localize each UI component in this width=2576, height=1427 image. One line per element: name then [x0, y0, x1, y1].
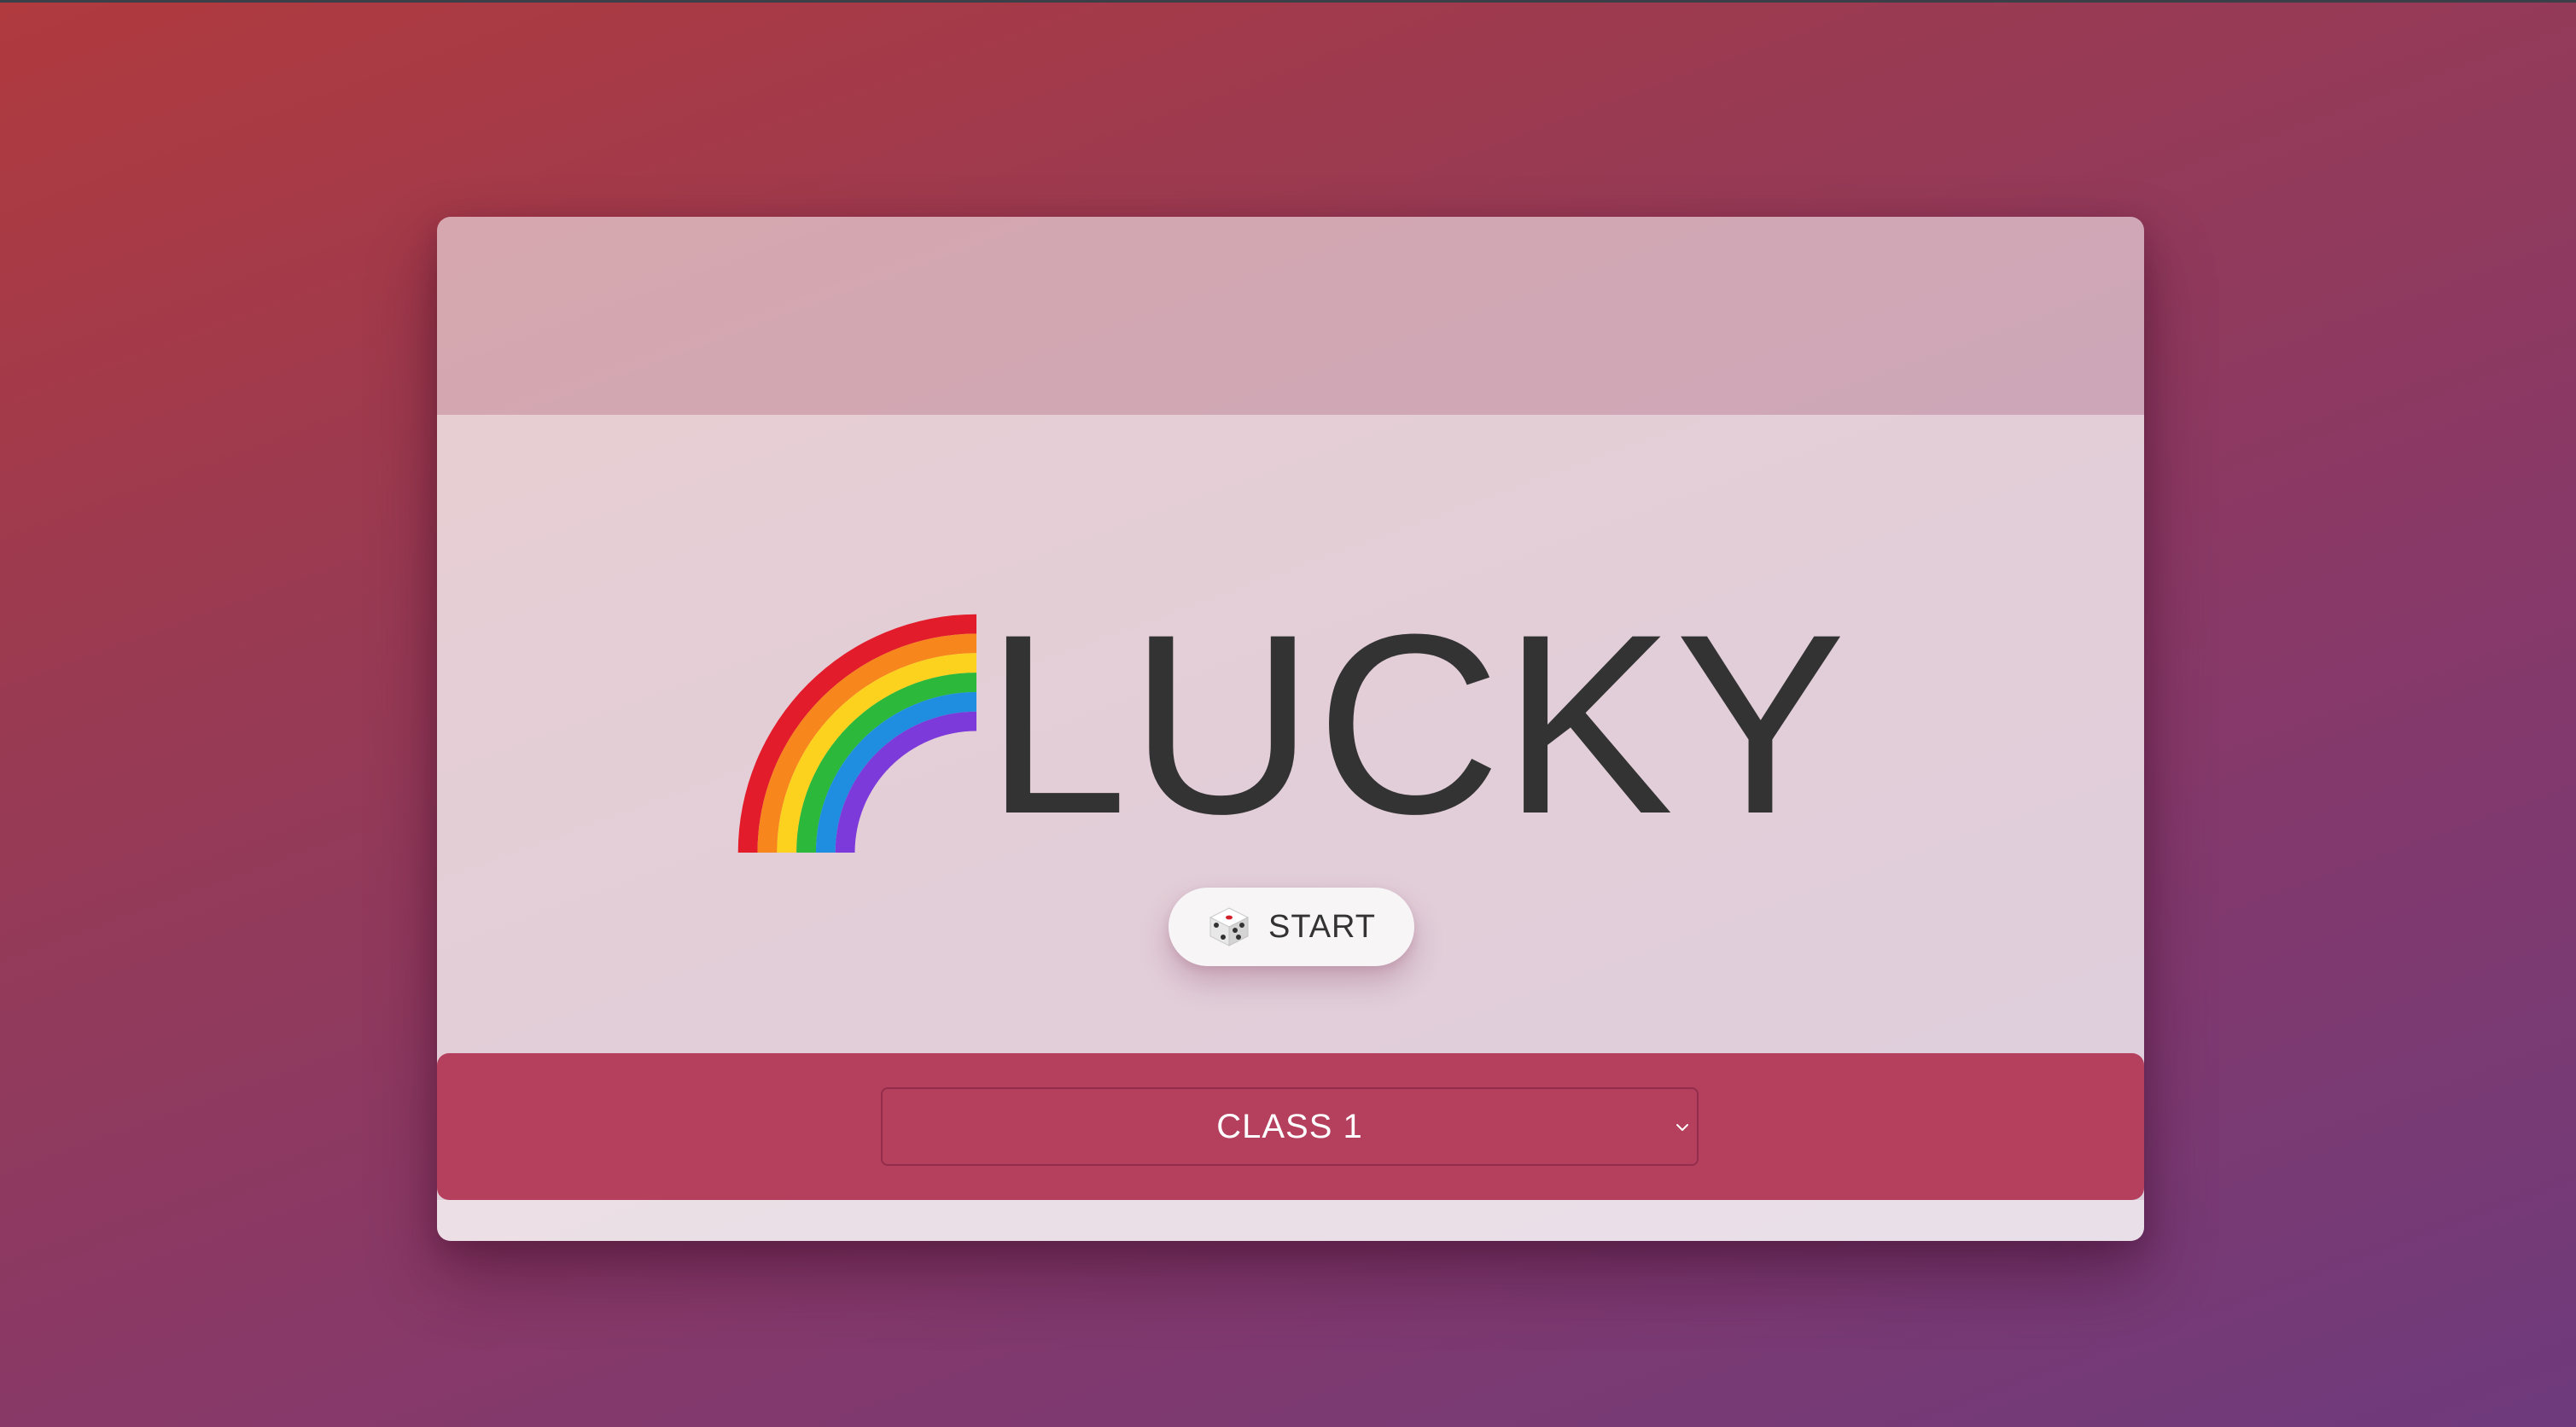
footer-bar: CLASS 1	[437, 1053, 2144, 1200]
card-header	[437, 217, 2144, 415]
app-title: LUCKY	[985, 580, 1848, 867]
class-select-value: CLASS 1	[1216, 1107, 1363, 1145]
window-top-edge	[0, 0, 2576, 3]
dice-icon	[1209, 907, 1250, 946]
title-row: LUCKY	[437, 596, 2144, 853]
rainbow-icon	[738, 614, 977, 853]
class-select[interactable]: CLASS 1	[881, 1087, 1699, 1166]
chevron-down-icon	[1676, 1124, 1688, 1131]
start-button[interactable]: START	[1169, 888, 1414, 966]
start-button-label: START	[1268, 908, 1377, 945]
main-card: LUCKY START CLASS 1	[437, 217, 2144, 1241]
card-bottom-strip	[437, 1200, 2144, 1241]
